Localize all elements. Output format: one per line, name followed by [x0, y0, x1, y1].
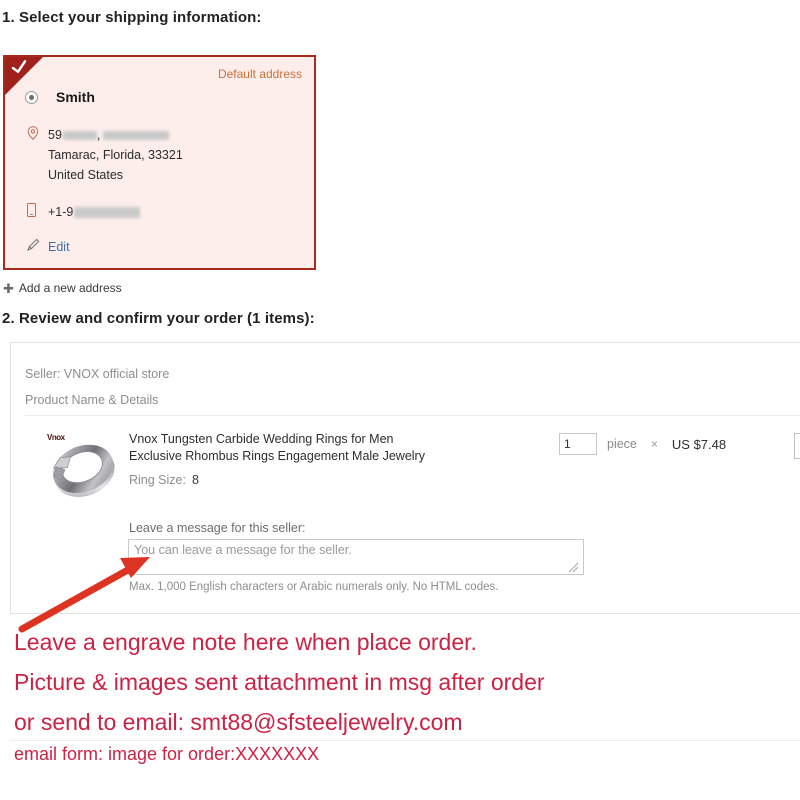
- redacted-street-part-2: [103, 131, 170, 141]
- quantity-unit-label: piece: [607, 437, 637, 451]
- checkout-page: 1. Select your shipping information: Def…: [0, 0, 800, 800]
- phone-row: +1-9: [27, 202, 141, 222]
- subtotal-field-clipped[interactable]: [794, 433, 800, 459]
- plus-icon: ✚: [3, 280, 14, 296]
- step-2-heading: 2. Review and confirm your order (1 item…: [2, 310, 315, 327]
- product-attribute-label: Ring Size:: [129, 473, 186, 487]
- pencil-icon: [27, 238, 43, 256]
- redacted-street-part-1: [62, 131, 97, 141]
- address-radio-row[interactable]: Smith: [25, 89, 95, 105]
- street-address-text: 59,: [48, 125, 170, 145]
- seller-name: Seller: VNOX official store: [25, 367, 170, 381]
- country-text: United States: [48, 168, 124, 182]
- column-header-product-name: Product Name & Details: [25, 393, 159, 407]
- address-details: 59, Tamarac, Florida, 33321 United State…: [27, 125, 302, 185]
- order-review-panel: Seller: VNOX official store Product Name…: [10, 342, 800, 614]
- address-radio-button[interactable]: [25, 90, 38, 104]
- street-address-line: 59,: [27, 125, 302, 145]
- recipient-name: Smith: [56, 89, 95, 105]
- annotation-footer: email form: image for order:XXXXXXX: [14, 744, 320, 764]
- check-icon: [10, 58, 30, 78]
- phone-prefix: +1-9: [48, 205, 74, 219]
- seller-message-label: Leave a message for this seller:: [129, 521, 306, 535]
- add-new-address-label: Add a new address: [18, 281, 122, 295]
- unit-price: US $7.48: [671, 436, 727, 452]
- annotation-text-block: Leave a engrave note here when place ord…: [14, 622, 784, 742]
- annotation-line-2: Picture & images sent attachment in msg …: [14, 669, 545, 695]
- add-new-address-button[interactable]: ✚ Add a new address: [3, 281, 122, 295]
- annotation-line-3: or send to email: smt88@sfsteeljewelry.c…: [14, 709, 463, 735]
- product-attribute-value: 8: [191, 473, 199, 487]
- step-1-heading: 1. Select your shipping information:: [2, 9, 262, 26]
- city-state-zip-line: Tamarac, Florida, 33321: [27, 145, 302, 165]
- quantity-price-group: piece × US $7.48: [559, 433, 726, 455]
- country-line: United States: [27, 165, 302, 185]
- annotation-line-1: Leave a engrave note here when place ord…: [14, 629, 477, 655]
- product-attribute: Ring Size: 8: [129, 473, 199, 487]
- quantity-input[interactable]: [559, 433, 597, 455]
- street-address-prefix: 59: [48, 128, 62, 142]
- edit-address-row[interactable]: Edit: [27, 237, 70, 256]
- default-address-badge: Default address: [217, 67, 302, 81]
- location-pin-icon: [27, 126, 43, 145]
- panel-divider: [25, 415, 800, 416]
- city-state-zip-text: Tamarac, Florida, 33321: [48, 148, 183, 162]
- seller-message-hint: Max. 1,000 English characters or Arabic …: [129, 581, 499, 593]
- phone-text: +1-9: [48, 202, 141, 222]
- product-watermark-logo: Vnox: [47, 433, 65, 442]
- edit-address-link[interactable]: Edit: [48, 240, 70, 254]
- mobile-phone-icon: [27, 203, 43, 222]
- product-title[interactable]: Vnox Tungsten Carbide Wedding Rings for …: [129, 431, 439, 465]
- seller-message-input[interactable]: [128, 539, 584, 575]
- multiply-symbol: ×: [650, 437, 658, 451]
- address-card[interactable]: Default address Smith 59, Tamarac, Flori…: [3, 55, 316, 270]
- redacted-phone: [74, 207, 141, 219]
- ring-product-image[interactable]: Vnox: [37, 429, 129, 507]
